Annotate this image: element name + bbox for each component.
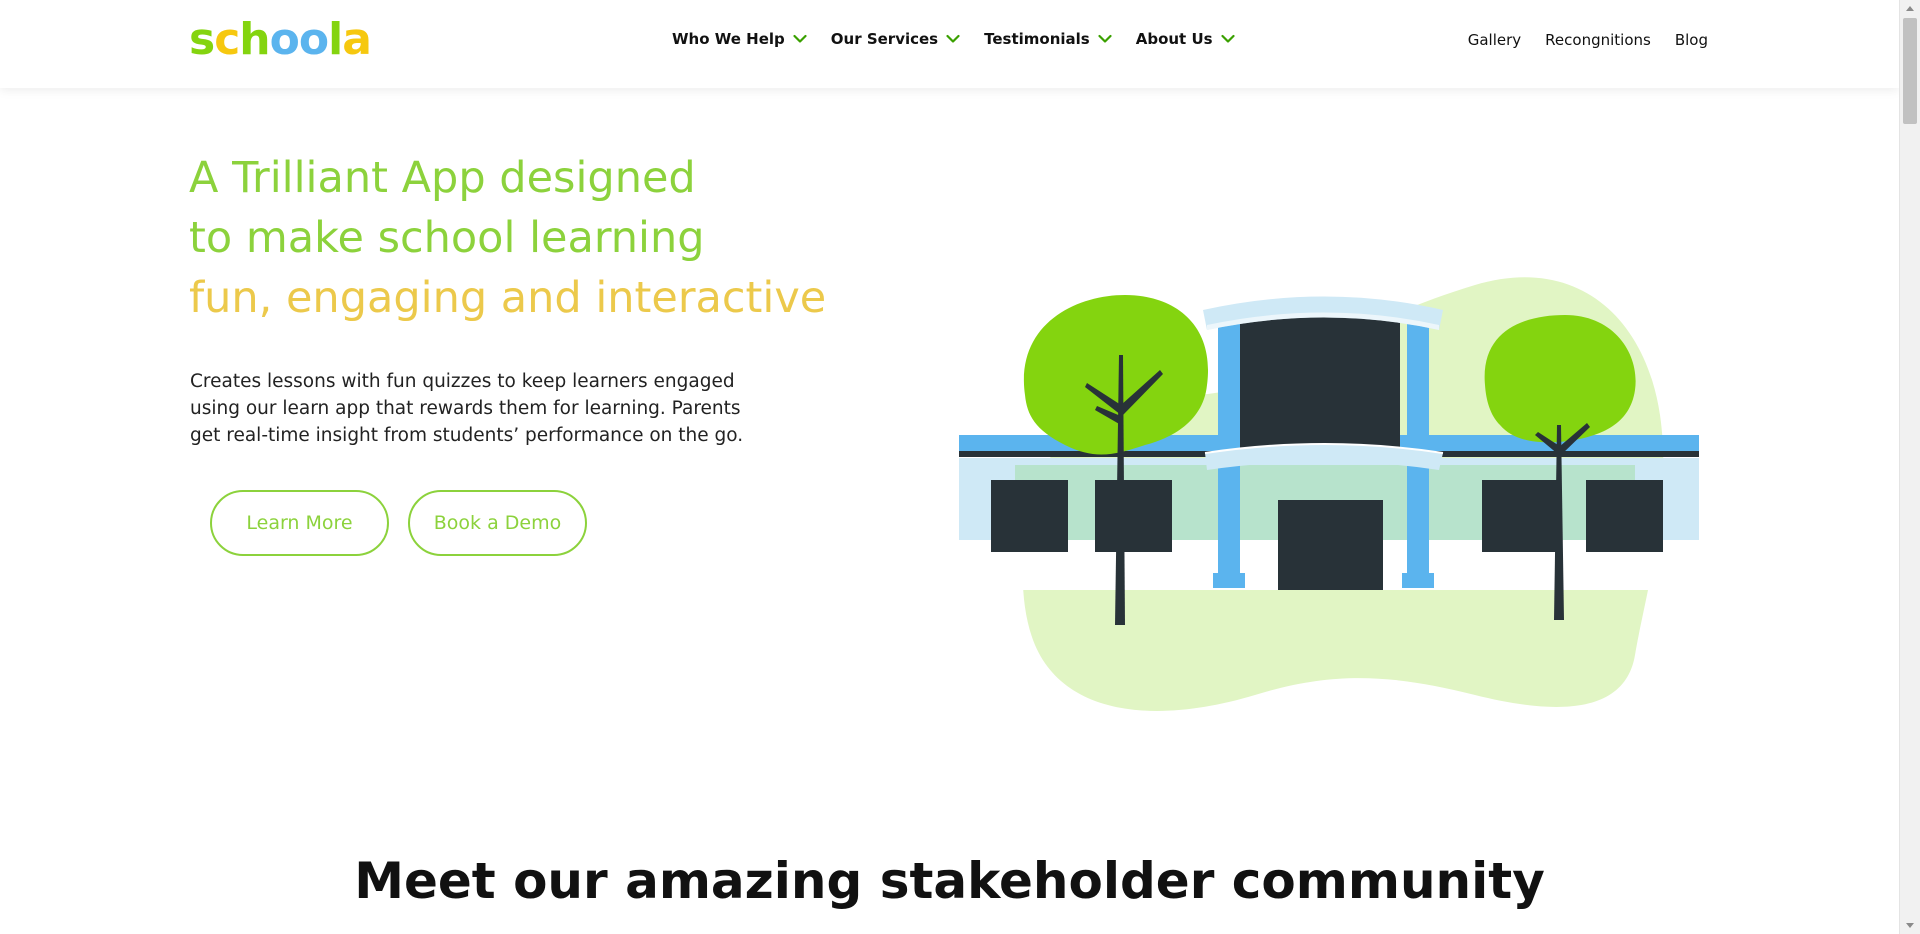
- hero-description: Creates lessons with fun quizzes to keep…: [190, 371, 744, 446]
- tower-pillar-left-base: [1213, 573, 1245, 588]
- nav-item-who-we-help[interactable]: Who We Help: [672, 30, 807, 48]
- learn-more-button[interactable]: Learn More: [210, 490, 389, 556]
- nav-item-our-services[interactable]: Our Services: [831, 30, 960, 48]
- tower-pillar-right-base: [1402, 573, 1434, 588]
- tower-dark-panel: [1235, 315, 1400, 455]
- scroll-down-arrow-icon[interactable]: [1906, 923, 1914, 928]
- hero-title: A Trilliant App designed to make school …: [189, 148, 826, 328]
- nav-item-label: Who We Help: [672, 30, 785, 48]
- hero-title-line-2: to make school learning: [189, 213, 705, 263]
- nav-link-gallery[interactable]: Gallery: [1468, 31, 1521, 49]
- nav-link-recognitions[interactable]: Recongnitions: [1545, 31, 1651, 49]
- window: [991, 480, 1068, 552]
- chevron-down-icon: [1220, 34, 1235, 43]
- window: [1095, 480, 1172, 552]
- stakeholder-section-title: Meet our amazing stakeholder community: [354, 852, 1545, 910]
- page-scrollbar[interactable]: [1899, 0, 1920, 934]
- chevron-down-icon: [793, 34, 807, 43]
- scrollbar-thumb[interactable]: [1903, 18, 1917, 124]
- scroll-up-arrow-icon[interactable]: [1906, 6, 1914, 11]
- book-demo-button[interactable]: Book a Demo: [408, 490, 587, 556]
- nav-item-label: Testimonials: [984, 30, 1090, 48]
- nav-item-testimonials[interactable]: Testimonials: [984, 30, 1112, 48]
- hero-title-line-3: fun, engaging and interactive: [189, 273, 827, 323]
- chevron-down-icon: [1098, 34, 1112, 43]
- window: [1586, 480, 1663, 552]
- window: [1482, 480, 1559, 552]
- chevron-down-icon: [946, 34, 960, 43]
- right-tree-crown: [1484, 315, 1636, 443]
- schoola-logo[interactable]: schoola: [189, 12, 372, 68]
- entrance-door: [1278, 500, 1383, 590]
- secondary-nav: Gallery Recongnitions Blog: [1468, 31, 1708, 49]
- main-nav: Who We Help Our Services Testimonials Ab…: [672, 30, 1235, 48]
- school-building-illustration: [959, 277, 1699, 711]
- nav-link-blog[interactable]: Blog: [1675, 31, 1708, 49]
- nav-item-about-us[interactable]: About Us: [1136, 30, 1235, 48]
- hero-title-line-1: A Trilliant App designed: [189, 153, 696, 203]
- site-header: schoola Who We Help Our Services Testimo…: [0, 0, 1899, 88]
- nav-item-label: Our Services: [830, 30, 939, 48]
- nav-item-label: About Us: [1135, 30, 1213, 48]
